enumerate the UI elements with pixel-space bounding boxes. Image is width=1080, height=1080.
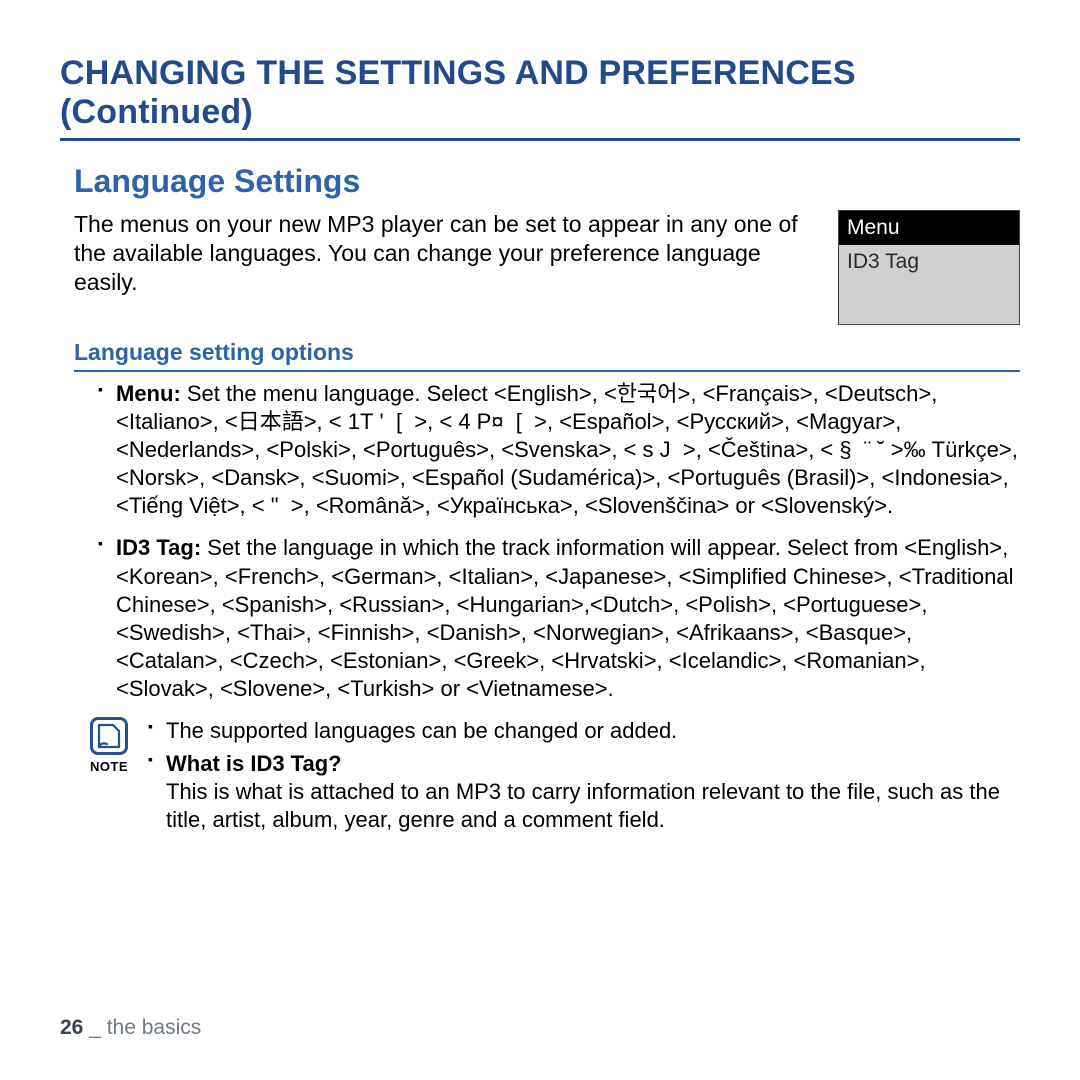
page-title: CHANGING THE SETTINGS AND PREFERENCES (C…	[60, 54, 1020, 141]
option-text-menu: Set the menu language. Select <English>,…	[116, 381, 1018, 519]
options-heading: Language setting options	[74, 339, 1020, 372]
menu-box-row: ID3 Tag	[839, 245, 1019, 279]
list-item: ID3 Tag: Set the language in which the t…	[98, 534, 1020, 703]
footer-section: the basics	[107, 1016, 202, 1039]
note-answer: This is what is attached to an MP3 to ca…	[166, 778, 1020, 834]
list-item: What is ID3 Tag? This is what is attache…	[148, 750, 1020, 834]
list-item: The supported languages can be changed o…	[148, 717, 1020, 745]
footer-sep: _	[83, 1016, 106, 1039]
note-list: The supported languages can be changed o…	[148, 717, 1020, 838]
note-question: What is ID3 Tag?	[166, 751, 342, 776]
menu-box-spacer	[839, 280, 1019, 324]
options-list: Menu: Set the menu language. Select <Eng…	[74, 380, 1020, 704]
list-item: Menu: Set the menu language. Select <Eng…	[98, 380, 1020, 521]
option-label-menu: Menu:	[116, 381, 181, 406]
option-text-id3: Set the language in which the track info…	[116, 535, 1013, 701]
menu-box-header: Menu	[839, 211, 1019, 245]
intro-paragraph: The menus on your new MP3 player can be …	[74, 210, 824, 296]
note-badge: NOTE	[84, 717, 134, 774]
option-label-id3: ID3 Tag:	[116, 535, 201, 560]
menu-preview-box: Menu ID3 Tag	[838, 210, 1020, 325]
note-label: NOTE	[90, 759, 128, 774]
note-icon	[90, 717, 128, 755]
page-number: 26	[60, 1016, 83, 1039]
page-footer: 26 _ the basics	[60, 1016, 201, 1040]
section-heading: Language Settings	[74, 163, 1020, 200]
